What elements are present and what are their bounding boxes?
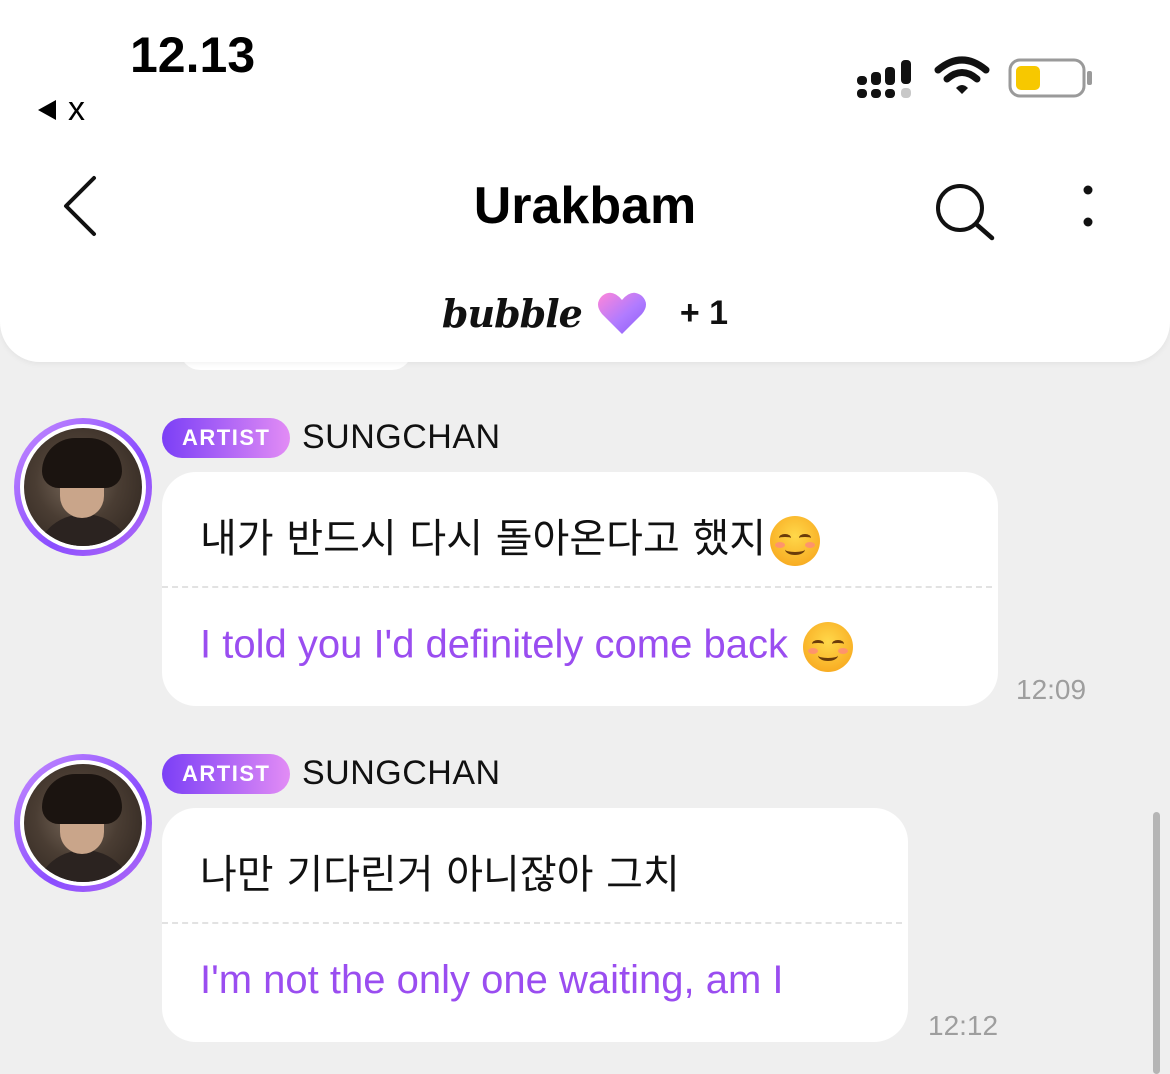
wifi-icon [934, 56, 990, 94]
message-bubble[interactable]: 나만 기다린거 아니잖아 그치 I'm not the only one wai… [162, 808, 908, 1042]
avatar-photo [24, 428, 142, 546]
status-time: 12.13 [130, 27, 256, 83]
back-app-label: x [68, 90, 85, 128]
smiling-emoji-icon [803, 622, 854, 672]
message-bubble[interactable]: 내가 반드시 다시 돌아온다고 했지 I told you I'd defini… [162, 472, 998, 706]
search-icon[interactable] [932, 182, 998, 242]
translation-divider [162, 922, 902, 924]
cellular-signal-icon [857, 60, 911, 98]
artist-avatar[interactable] [14, 418, 152, 556]
battery-icon [1008, 58, 1092, 98]
message-translation: I told you I'd definitely come back [200, 622, 854, 672]
heart-icon [597, 292, 646, 334]
avatar-photo [24, 764, 142, 882]
back-to-app[interactable]: x [38, 90, 85, 129]
scrollbar[interactable] [1153, 812, 1160, 1074]
sender-name: SUNGCHAN [302, 754, 501, 792]
message-korean: 내가 반드시 다시 돌아온다고 했지 [200, 506, 821, 566]
artist-badge: ARTIST [162, 754, 291, 794]
sender-name: SUNGCHAN [302, 418, 501, 456]
bubble-logo: bubble [441, 290, 583, 336]
message-time: 12:09 [1016, 674, 1087, 705]
bubble-subscription-row[interactable]: bubble + 1 [0, 290, 1170, 336]
message-time: 12:12 [928, 1010, 999, 1041]
chat-header: 12.13 x Urakbam bubble + 1 [0, 0, 1170, 362]
message-korean: 나만 기다린거 아니잖아 그치 [200, 852, 680, 898]
translation-divider [162, 586, 992, 588]
member-count: + 1 [679, 293, 729, 332]
artist-badge: ARTIST [162, 418, 291, 458]
artist-avatar[interactable] [14, 754, 152, 892]
back-triangle-icon [38, 99, 56, 120]
more-vertical-icon[interactable] [1080, 184, 1096, 234]
smiling-emoji-icon [770, 516, 821, 566]
message-translation: I'm not the only one waiting, am I [200, 958, 784, 1002]
